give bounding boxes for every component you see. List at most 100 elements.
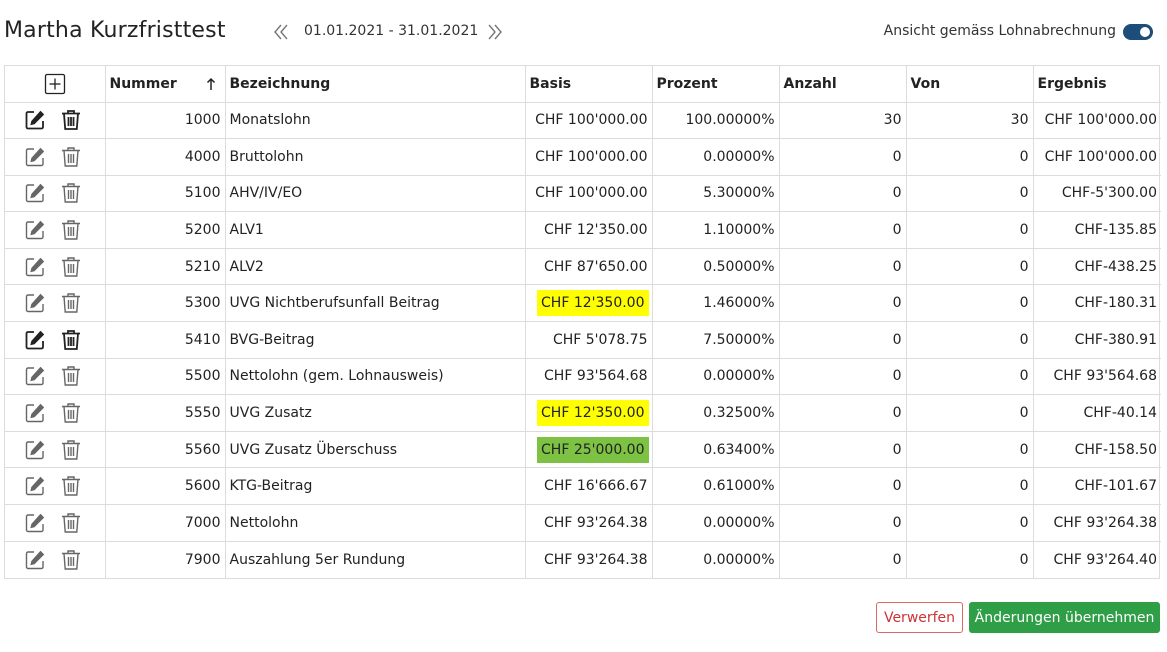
trash-icon (62, 329, 80, 350)
edit-row-button[interactable] (23, 218, 47, 242)
header-basis[interactable]: Basis (524, 66, 652, 103)
cell-bezeichnung: Bruttolohn (224, 138, 525, 176)
delete-row-button[interactable] (59, 291, 83, 315)
basis-value-highlighted: CHF 25'000.00 (537, 436, 649, 463)
delete-row-button[interactable] (59, 255, 83, 279)
edit-icon (25, 294, 45, 313)
edit-row-button[interactable] (23, 291, 47, 315)
header-anzahl[interactable]: Anzahl (778, 66, 906, 103)
cell-nummer: 5500 (104, 358, 225, 396)
cell-basis: CHF 100'000.00 (524, 175, 652, 213)
edit-row-button[interactable] (23, 401, 47, 425)
cell-anzahl: 0 (778, 321, 906, 359)
cell-ergebnis: CHF-5'300.00 (1032, 175, 1161, 213)
delete-row-button[interactable] (59, 548, 83, 572)
edit-row-button[interactable] (23, 181, 47, 205)
trash-icon (62, 476, 80, 496)
edit-row-button[interactable] (23, 328, 47, 352)
basis-value: CHF 100'000.00 (535, 148, 648, 165)
edit-row-button[interactable] (23, 548, 47, 572)
plus-square-icon (44, 73, 65, 94)
delete-row-button[interactable] (59, 438, 83, 462)
cell-anzahl: 0 (778, 284, 906, 323)
cell-bezeichnung: UVG Nichtberufsunfall Beitrag (224, 284, 525, 323)
edit-row-button[interactable] (23, 364, 47, 388)
table-row: 5560 UVG Zusatz Überschuss CHF 25'000.00… (5, 431, 1161, 469)
trash-icon (62, 256, 80, 277)
basis-value-highlighted: CHF 12'350.00 (537, 290, 649, 317)
delete-row-button[interactable] (59, 364, 83, 388)
row-actions (5, 431, 105, 469)
table-row: 1000 Monatslohn CHF 100'000.00 100.00000… (5, 102, 1161, 140)
delete-row-button[interactable] (59, 218, 83, 242)
cell-basis: CHF 100'000.00 (524, 102, 652, 140)
cell-anzahl: 0 (778, 248, 906, 286)
edit-icon (25, 330, 45, 350)
cell-anzahl: 0 (778, 175, 906, 213)
header-bezeichnung[interactable]: Bezeichnung (224, 66, 525, 103)
cell-anzahl: 0 (778, 138, 906, 176)
delete-row-button[interactable] (59, 181, 83, 205)
edit-icon (25, 367, 45, 386)
edit-row-button[interactable] (23, 438, 47, 462)
delete-row-button[interactable] (59, 511, 83, 535)
trash-icon (62, 220, 80, 240)
actions-header (5, 66, 105, 103)
cell-nummer: 5200 (104, 211, 225, 249)
header-prozent[interactable]: Prozent (651, 66, 779, 103)
table-row: 5550 UVG Zusatz CHF 12'350.00 0.32500% 0… (5, 394, 1161, 432)
cell-ergebnis: CHF 100'000.00 (1032, 138, 1161, 176)
cell-basis: CHF 16'666.67 (524, 467, 652, 506)
edit-row-button[interactable] (23, 108, 47, 132)
cell-prozent: 0.63400% (651, 431, 779, 469)
cell-bezeichnung: Auszahlung 5er Rundung (224, 541, 525, 578)
cell-nummer: 5210 (104, 248, 225, 286)
delete-row-button[interactable] (59, 108, 83, 132)
apply-changes-button[interactable]: Änderungen übernehmen (969, 602, 1160, 633)
discard-button[interactable]: Verwerfen (876, 602, 963, 633)
cell-bezeichnung: ALV1 (224, 211, 525, 249)
delete-row-button[interactable] (59, 401, 83, 425)
cell-prozent: 0.00000% (651, 138, 779, 176)
edit-row-button[interactable] (23, 511, 47, 535)
trash-icon (62, 549, 80, 570)
cell-ergebnis: CHF-180.31 (1032, 284, 1161, 323)
delete-row-button[interactable] (59, 145, 83, 169)
edit-row-button[interactable] (23, 255, 47, 279)
previous-period-button[interactable] (272, 22, 292, 42)
cell-bezeichnung: UVG Zusatz Überschuss (224, 431, 525, 469)
cell-anzahl: 0 (778, 431, 906, 469)
cell-von: 0 (905, 541, 1033, 578)
cell-prozent: 0.61000% (651, 467, 779, 506)
cell-basis: CHF 25'000.00 (524, 431, 652, 469)
header-von[interactable]: Von (905, 66, 1033, 103)
header-nummer[interactable]: Nummer (104, 66, 225, 103)
delete-row-button[interactable] (59, 474, 83, 498)
cell-prozent: 0.50000% (651, 248, 779, 286)
basis-value: CHF 100'000.00 (535, 185, 648, 202)
payroll-table: Nummer Bezeichnung Basis Prozent Anzahl … (4, 65, 1161, 579)
cell-von: 0 (905, 358, 1033, 396)
header-ergebnis[interactable]: Ergebnis (1032, 66, 1161, 103)
cell-anzahl: 0 (778, 467, 906, 506)
basis-value-highlighted: CHF 12'350.00 (537, 400, 649, 427)
edit-row-button[interactable] (23, 145, 47, 169)
cell-von: 0 (905, 248, 1033, 286)
edit-row-button[interactable] (23, 474, 47, 498)
cell-anzahl: 0 (778, 358, 906, 396)
payroll-view-toggle[interactable] (1123, 24, 1153, 40)
table-row: 4000 Bruttolohn CHF 100'000.00 0.00000% … (5, 138, 1161, 176)
next-period-button[interactable] (484, 22, 504, 42)
cell-anzahl: 0 (778, 211, 906, 249)
cell-von: 0 (905, 284, 1033, 323)
edit-icon (25, 257, 45, 276)
trash-icon (62, 403, 80, 423)
table-row: 7900 Auszahlung 5er Rundung CHF 93'264.3… (5, 541, 1161, 578)
cell-basis: CHF 87'650.00 (524, 248, 652, 286)
cell-von: 0 (905, 467, 1033, 506)
add-row-button[interactable] (44, 73, 66, 95)
edit-icon (25, 440, 45, 459)
header-nummer-label: Nummer (109, 75, 177, 92)
delete-row-button[interactable] (59, 328, 83, 352)
cell-nummer: 7000 (104, 504, 225, 542)
